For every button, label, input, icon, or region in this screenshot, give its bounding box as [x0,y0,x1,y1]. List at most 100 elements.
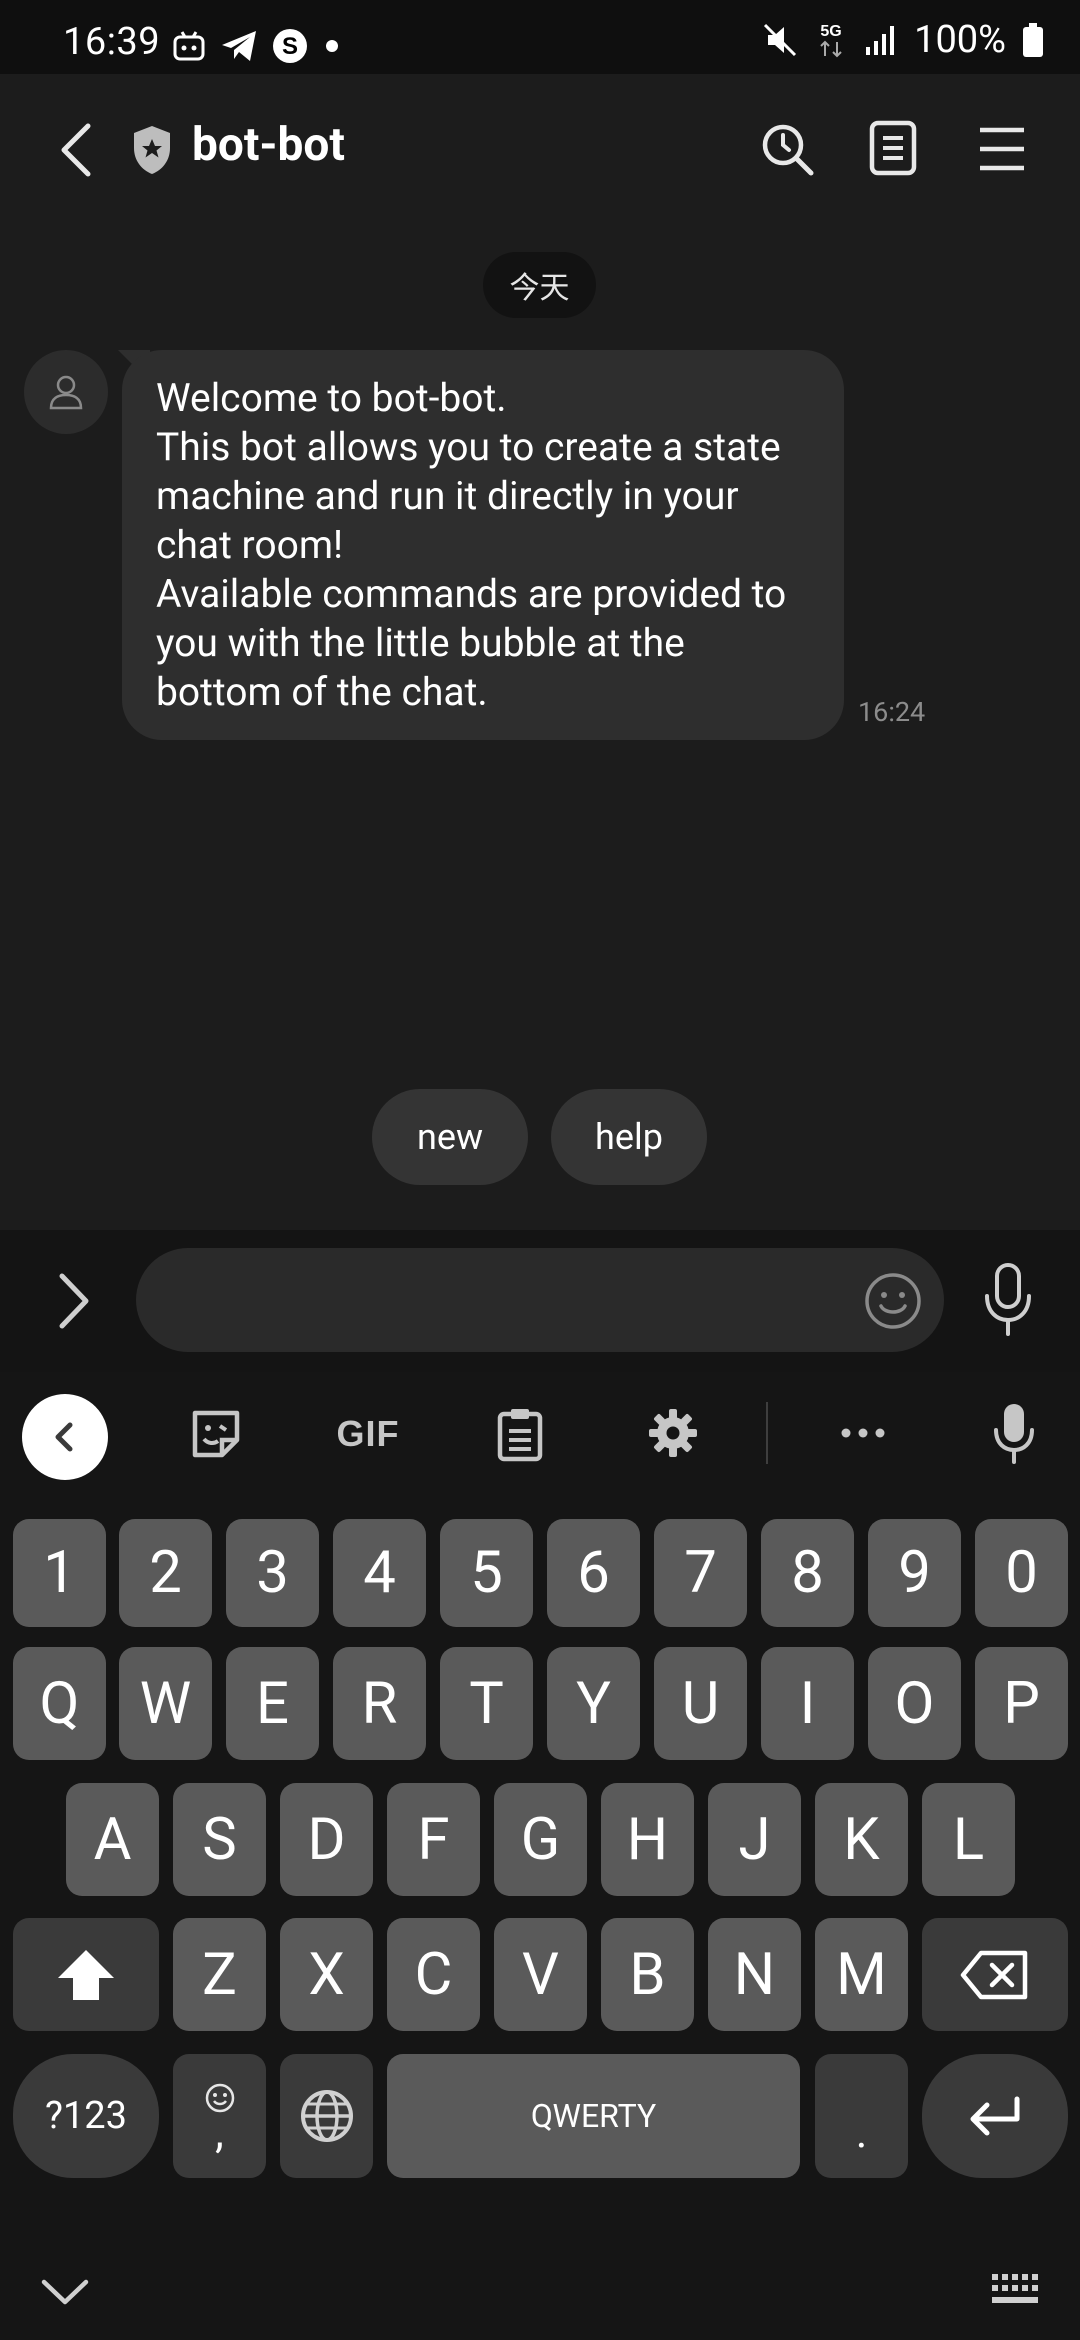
battery-icon [1023,23,1043,57]
gif-label: GIF [336,1413,400,1454]
key-z[interactable]: Z [173,1918,266,2031]
key-l[interactable]: L [922,1783,1015,1896]
key-0[interactable]: 0 [975,1519,1068,1627]
keyboard-toolbar: GIF [0,1372,1080,1494]
key-j[interactable]: J [708,1783,801,1896]
key-x[interactable]: X [280,1918,373,2031]
key-r[interactable]: R [333,1647,426,1760]
backspace-key[interactable] [922,1918,1068,2031]
key-s[interactable]: S [173,1783,266,1896]
key-m[interactable]: M [815,1918,908,2031]
key-f[interactable]: F [387,1783,480,1896]
key-4[interactable]: 4 [333,1519,426,1627]
emoji-icon[interactable] [864,1272,922,1330]
key-n[interactable]: N [708,1918,801,2031]
person-icon [49,375,83,410]
key-v[interactable]: V [494,1918,587,2031]
notes-icon[interactable] [868,120,918,176]
key-8[interactable]: 8 [761,1519,854,1627]
space-key[interactable]: QWERTY [387,2054,800,2178]
shield-icon [134,126,170,174]
key-6[interactable]: 6 [547,1519,640,1627]
svg-text:S: S [282,33,298,60]
keyboard: G I F 1 2 3 4 5 6 7 8 9 0 Q W E R T Y U I … [0,1372,1080,2340]
mute-icon [764,23,797,57]
chevron-left-icon [55,1422,73,1452]
key-u[interactable]: U [654,1647,747,1760]
key-t[interactable]: T [440,1647,533,1760]
shift-key[interactable] [13,1918,159,2031]
toolbar-divider [766,1402,768,1464]
clipboard-icon [497,1409,543,1462]
bot-avatar[interactable] [24,350,108,434]
message-input-bar [0,1230,1080,1372]
key-k[interactable]: K [815,1783,908,1896]
keyboard-bottom-bar [0,2240,1080,2340]
s-icon: S [273,29,307,63]
key-c[interactable]: C [387,1918,480,2031]
period-key[interactable]: . [815,2054,908,2178]
toolbar-collapse-button[interactable] [22,1394,108,1480]
menu-icon[interactable] [978,126,1026,172]
enter-key[interactable] [922,2054,1068,2178]
svg-text:5G: 5G [820,23,841,40]
symbols-key[interactable]: ?123 [13,2054,159,2178]
quick-reply-help[interactable]: help [551,1089,707,1185]
key-a[interactable]: A [66,1783,159,1896]
key-g[interactable]: G [494,1783,587,1896]
key-7[interactable]: 7 [654,1519,747,1627]
settings-button[interactable] [648,1408,698,1458]
network-icon: 5G [820,23,842,58]
gif-button[interactable]: GIF [326,1408,410,1460]
message-input[interactable] [136,1248,944,1352]
key-1[interactable]: 1 [13,1519,106,1627]
search-icon[interactable] [760,122,814,176]
emoji-comma-key[interactable]: , [173,2054,266,2178]
key-o[interactable]: O [868,1647,961,1760]
more-button[interactable] [838,1418,888,1448]
status-time: 16:39 [63,20,161,64]
key-2[interactable]: 2 [119,1519,212,1627]
signal-icon [866,26,895,55]
chat-title: bot-bot [192,118,345,172]
quick-reply-new[interactable]: new [372,1089,528,1185]
date-divider: 今天 [483,252,596,318]
status-right-icons: 5G 100% [762,18,1044,62]
key-9[interactable]: 9 [868,1519,961,1627]
back-icon[interactable] [52,120,102,180]
key-b[interactable]: B [601,1918,694,2031]
more-icon [841,1428,885,1438]
language-key[interactable] [280,2054,373,2178]
key-y[interactable]: Y [547,1647,640,1760]
globe-icon [300,2090,353,2142]
key-5[interactable]: 5 [440,1519,533,1627]
status-left-icons: S [172,28,342,64]
key-w[interactable]: W [119,1647,212,1760]
key-i[interactable]: I [761,1647,854,1760]
key-3[interactable]: 3 [226,1519,319,1627]
key-d[interactable]: D [280,1783,373,1896]
key-q[interactable]: Q [13,1647,106,1760]
telegram-icon [222,31,256,61]
enter-icon [970,2096,1020,2136]
message-bubble[interactable]: Welcome to bot-bot. This bot allows you … [122,350,844,740]
hide-keyboard-icon[interactable] [40,2276,90,2306]
gear-icon [649,1409,697,1457]
dot-icon [326,40,338,52]
key-h[interactable]: H [601,1783,694,1896]
sticker-icon [192,1410,240,1458]
keyboard-switch-icon[interactable] [990,2272,1042,2308]
backspace-icon [960,1950,1028,1999]
keyboard-voice-button[interactable] [992,1402,1036,1466]
mic-icon [994,1404,1034,1464]
key-e[interactable]: E [226,1647,319,1760]
comma-label: , [215,2106,224,2158]
battery-percent: 100% [914,18,1006,62]
expand-icon[interactable] [52,1270,96,1332]
clipboard-button[interactable] [496,1406,544,1462]
sticker-button[interactable] [190,1408,242,1460]
key-p[interactable]: P [975,1647,1068,1760]
message-text: Welcome to bot-bot. This bot allows you … [156,375,787,715]
app-icon [173,31,205,61]
voice-input-icon[interactable] [980,1262,1036,1338]
